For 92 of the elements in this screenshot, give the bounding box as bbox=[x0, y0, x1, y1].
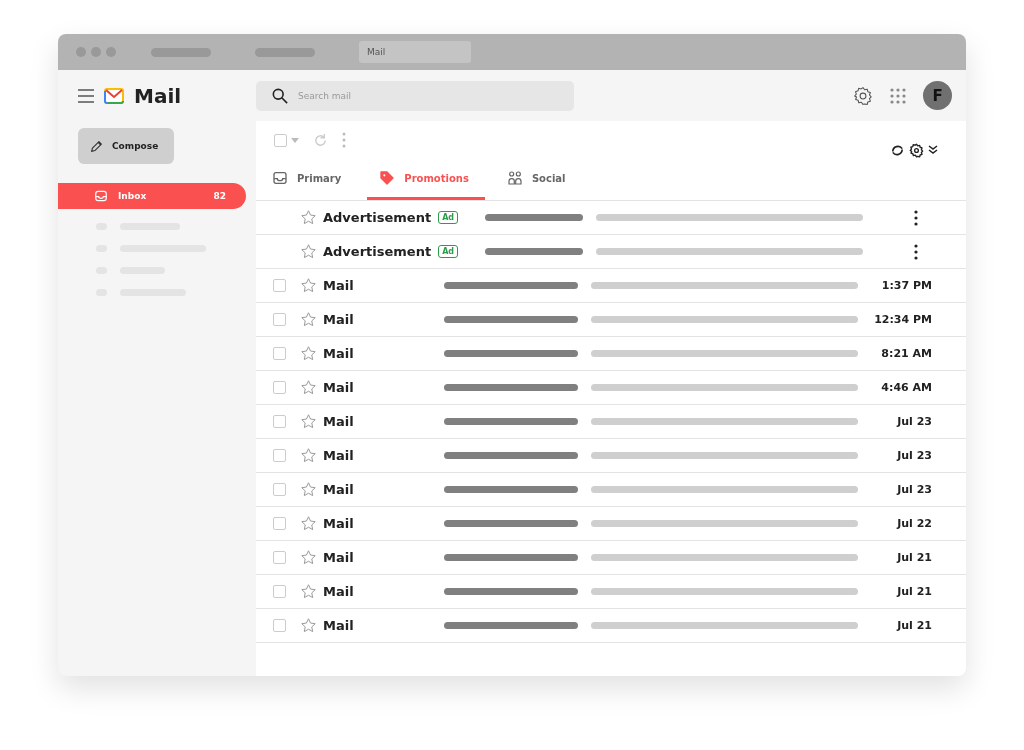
mail-time: Jul 21 bbox=[897, 585, 933, 598]
row-checkbox[interactable] bbox=[273, 551, 286, 564]
mail-row[interactable]: Mail 4:46 AM bbox=[256, 371, 966, 405]
mail-time: Jul 22 bbox=[897, 517, 933, 530]
sender-name: Mail bbox=[323, 278, 355, 293]
row-checkbox[interactable] bbox=[273, 449, 286, 462]
star-icon[interactable] bbox=[300, 447, 317, 464]
row-checkbox[interactable] bbox=[273, 483, 286, 496]
sender-name: Mail bbox=[323, 516, 355, 531]
app-title: Mail bbox=[134, 83, 182, 108]
envelope-logo-icon bbox=[104, 87, 124, 104]
mail-row[interactable]: Mail 12:34 PM bbox=[256, 303, 966, 337]
mail-time: Jul 23 bbox=[897, 449, 933, 462]
mail-row[interactable]: Mail Jul 23 bbox=[256, 473, 966, 507]
inbox-icon bbox=[272, 170, 288, 186]
star-icon[interactable] bbox=[300, 481, 317, 498]
more-vertical-icon[interactable] bbox=[914, 209, 918, 226]
star-icon[interactable] bbox=[300, 277, 317, 294]
apps-grid-icon[interactable] bbox=[889, 86, 907, 105]
ad-badge: Ad bbox=[438, 211, 459, 224]
mail-row[interactable]: Mail Jul 21 bbox=[256, 609, 966, 643]
sender-name: Mail bbox=[323, 380, 355, 395]
category-tab[interactable]: Social bbox=[494, 159, 582, 200]
select-all-checkbox[interactable] bbox=[274, 133, 287, 147]
mail-row[interactable]: Mail Jul 23 bbox=[256, 439, 966, 473]
mail-time: Jul 21 bbox=[897, 551, 933, 564]
sender-name: Mail bbox=[323, 550, 355, 565]
search-field[interactable]: Search mail bbox=[256, 80, 574, 111]
sender-name: Mail bbox=[323, 312, 355, 327]
sender-name: Mail bbox=[323, 346, 355, 361]
mail-row[interactable]: Mail 8:21 AM bbox=[256, 337, 966, 371]
star-icon[interactable] bbox=[300, 515, 317, 532]
sender-name: Mail bbox=[323, 414, 355, 429]
mail-time: 4:46 AM bbox=[881, 381, 933, 394]
mail-time: 12:34 PM bbox=[874, 313, 933, 326]
mail-time: Jul 21 bbox=[897, 619, 933, 632]
compose-button[interactable]: Compose bbox=[78, 128, 174, 164]
row-checkbox[interactable] bbox=[273, 585, 286, 598]
star-icon[interactable] bbox=[300, 345, 317, 362]
avatar[interactable]: F bbox=[923, 81, 952, 110]
row-checkbox[interactable] bbox=[273, 347, 286, 360]
settings-icon[interactable] bbox=[853, 85, 873, 106]
sender-name: Advertisement bbox=[323, 244, 432, 259]
sender-name: Advertisement bbox=[323, 210, 432, 225]
star-icon[interactable] bbox=[300, 379, 317, 396]
pencil-icon bbox=[90, 139, 103, 153]
row-checkbox[interactable] bbox=[273, 517, 286, 530]
star-icon[interactable] bbox=[300, 617, 317, 634]
window-control-dot[interactable] bbox=[76, 47, 86, 57]
window-control-dot[interactable] bbox=[106, 47, 116, 57]
refresh-icon[interactable] bbox=[313, 132, 328, 148]
row-checkbox[interactable] bbox=[273, 381, 286, 394]
sender-name: Mail bbox=[323, 584, 355, 599]
mail-row[interactable]: Mail 1:37 PM bbox=[256, 269, 966, 303]
skeleton-line bbox=[255, 47, 315, 57]
tag-icon bbox=[379, 170, 396, 186]
double-chevron-icon[interactable] bbox=[928, 145, 938, 155]
row-checkbox[interactable] bbox=[273, 313, 286, 326]
row-checkbox[interactable] bbox=[273, 279, 286, 292]
star-icon[interactable] bbox=[300, 413, 317, 430]
search-icon bbox=[272, 87, 288, 104]
sender-name: Mail bbox=[323, 482, 355, 497]
mail-row[interactable]: Mail Jul 21 bbox=[256, 541, 966, 575]
window-control-dot[interactable] bbox=[91, 47, 101, 57]
row-checkbox[interactable] bbox=[273, 415, 286, 428]
mail-row[interactable]: Mail Jul 21 bbox=[256, 575, 966, 609]
skeleton-line bbox=[151, 47, 211, 57]
menu-icon[interactable] bbox=[78, 88, 94, 103]
caret-icon[interactable] bbox=[291, 137, 299, 143]
more-vertical-icon[interactable] bbox=[914, 243, 918, 260]
star-icon[interactable] bbox=[300, 549, 317, 566]
mail-time: Jul 23 bbox=[897, 483, 933, 496]
settings-icon[interactable] bbox=[909, 142, 924, 158]
ad-row[interactable]: Advertisement Ad bbox=[256, 201, 966, 235]
ad-row[interactable]: Advertisement Ad bbox=[256, 235, 966, 269]
sender-name: Mail bbox=[323, 618, 355, 633]
mail-row[interactable]: Mail Jul 22 bbox=[256, 507, 966, 541]
row-checkbox[interactable] bbox=[273, 619, 286, 632]
inbox-icon bbox=[94, 189, 108, 203]
category-tab[interactable]: Primary bbox=[260, 159, 358, 200]
star-icon[interactable] bbox=[300, 583, 317, 600]
star-icon[interactable] bbox=[300, 311, 317, 328]
people-icon bbox=[506, 170, 523, 186]
mail-row[interactable]: Mail Jul 23 bbox=[256, 405, 966, 439]
mail-time: Jul 23 bbox=[897, 415, 933, 428]
ad-badge: Ad bbox=[438, 245, 459, 258]
star-icon[interactable] bbox=[300, 209, 317, 226]
sender-name: Mail bbox=[323, 448, 355, 463]
mail-time: 8:21 AM bbox=[881, 347, 933, 360]
mail-time: 1:37 PM bbox=[881, 279, 933, 292]
browser-tab[interactable]: Mail bbox=[359, 41, 471, 63]
star-icon[interactable] bbox=[300, 243, 317, 260]
